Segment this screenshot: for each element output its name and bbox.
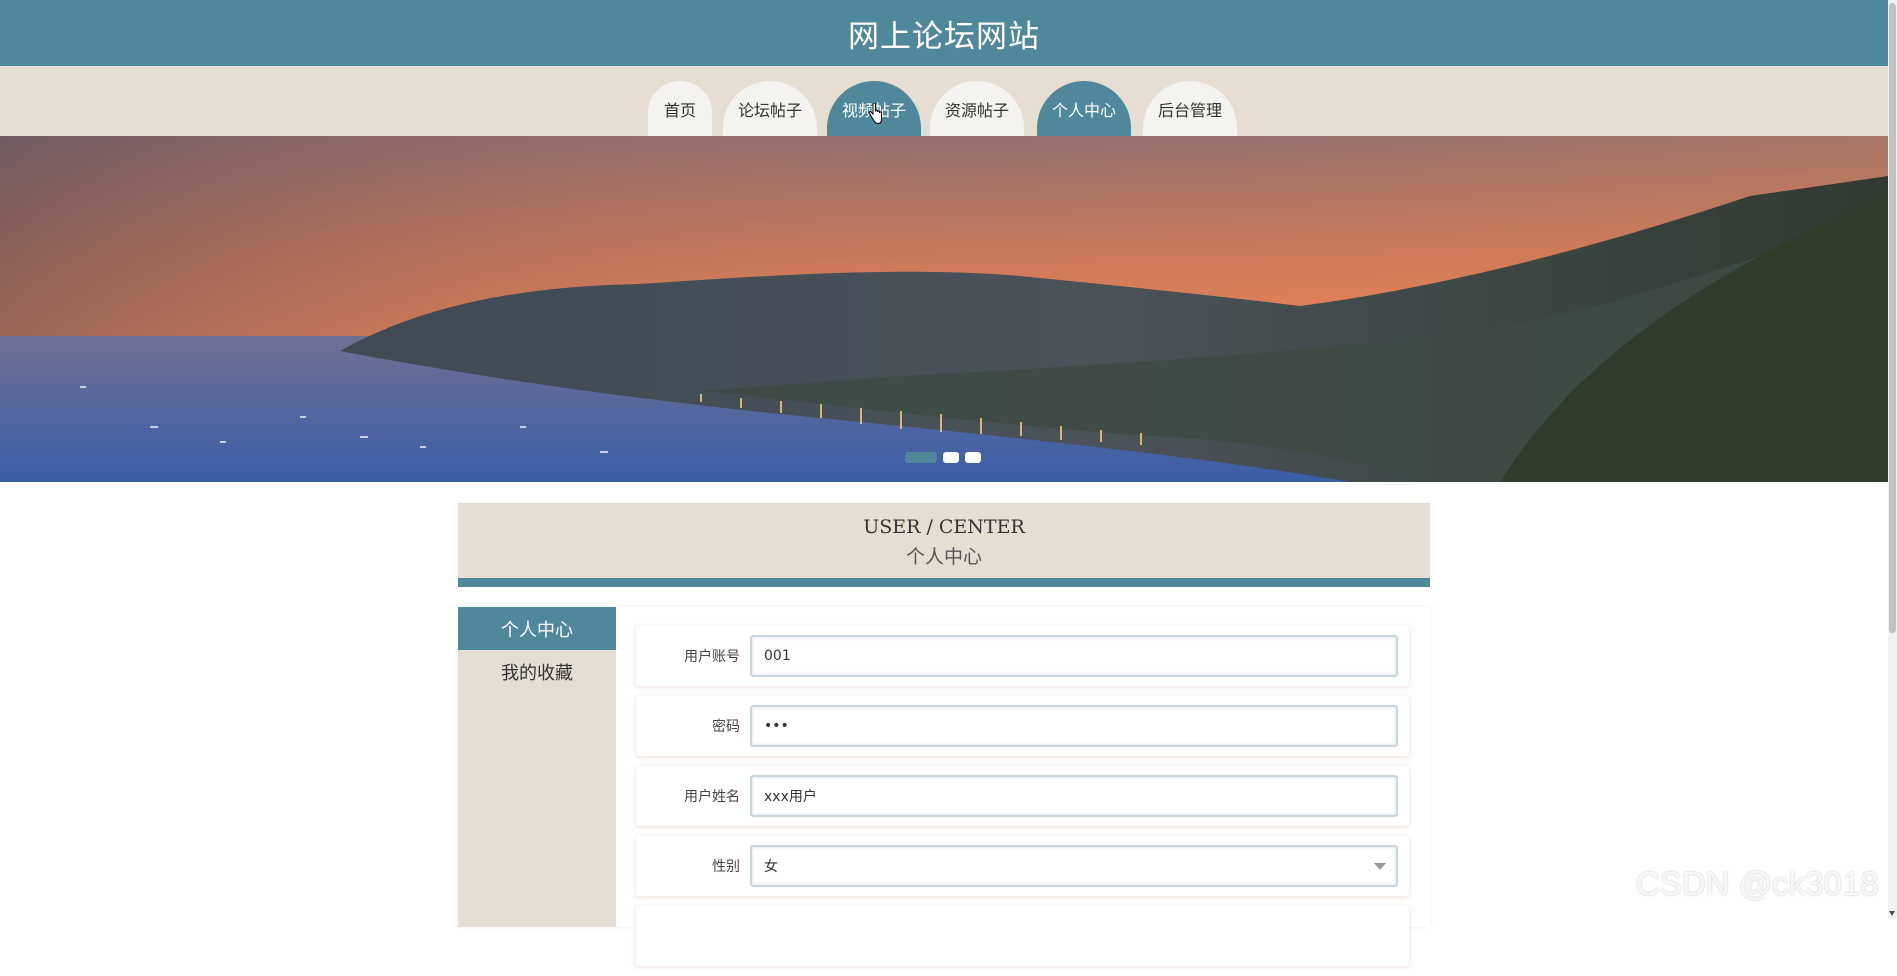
form-row-account: 用户账号 001 bbox=[636, 626, 1409, 686]
banner-image bbox=[0, 136, 1888, 482]
section-title-en: USER / CENTER bbox=[863, 516, 1025, 538]
form-row-name: 用户姓名 xxx用户 bbox=[636, 766, 1409, 826]
site-title: 网上论坛网站 bbox=[848, 18, 1040, 55]
carousel-dot-3[interactable] bbox=[965, 452, 981, 463]
nav-item-resource-posts[interactable]: 资源帖子 bbox=[930, 81, 1024, 136]
gender-select[interactable]: 女 bbox=[750, 845, 1398, 887]
carousel-dot-2[interactable] bbox=[943, 452, 959, 463]
nav-item-admin[interactable]: 后台管理 bbox=[1143, 81, 1237, 136]
hand-cursor-icon bbox=[868, 103, 882, 125]
name-input[interactable]: xxx用户 bbox=[750, 775, 1398, 817]
side-item-user-center[interactable]: 个人中心 bbox=[458, 607, 616, 650]
side-item-my-favorites[interactable]: 我的收藏 bbox=[458, 650, 616, 693]
side-menu: 个人中心 我的收藏 bbox=[458, 607, 616, 927]
nav-item-forum-posts[interactable]: 论坛帖子 bbox=[723, 81, 817, 136]
account-label: 用户账号 bbox=[684, 649, 740, 665]
carousel-indicators bbox=[905, 452, 981, 464]
account-input[interactable]: 001 bbox=[750, 635, 1398, 677]
section-title-cn: 个人中心 bbox=[905, 546, 982, 568]
section-header: USER / CENTER 个人中心 bbox=[458, 503, 1430, 587]
chevron-down-icon bbox=[1374, 863, 1386, 870]
watermark: CSDN @ck3018 bbox=[1636, 865, 1879, 902]
gender-label: 性别 bbox=[712, 859, 740, 875]
nav-item-home[interactable]: 首页 bbox=[648, 81, 712, 136]
password-input[interactable]: ••• bbox=[750, 705, 1398, 747]
scrollbar-thumb[interactable] bbox=[1889, 3, 1896, 633]
site-header: 网上论坛网站 bbox=[0, 0, 1888, 66]
nav-bar: 首页 论坛帖子 视频帖子 资源帖子 个人中心 后台管理 bbox=[0, 66, 1888, 136]
form-row-password: 密码 ••• bbox=[636, 696, 1409, 756]
form-row-next bbox=[636, 906, 1409, 966]
profile-form: 用户账号 001 密码 ••• 用户姓名 xxx用户 性别 女 bbox=[636, 626, 1409, 976]
scroll-down-icon[interactable] bbox=[1889, 911, 1895, 916]
password-label: 密码 bbox=[712, 719, 740, 735]
banner-carousel[interactable] bbox=[0, 136, 1888, 482]
form-row-gender: 性别 女 bbox=[636, 836, 1409, 896]
user-center-panel: 个人中心 我的收藏 用户账号 001 密码 ••• 用户姓名 xxx用户 性别 … bbox=[458, 607, 1430, 966]
carousel-dot-1[interactable] bbox=[905, 452, 937, 463]
nav-item-user-center[interactable]: 个人中心 bbox=[1037, 81, 1131, 136]
name-label: 用户姓名 bbox=[684, 789, 740, 805]
gender-select-value: 女 bbox=[764, 859, 778, 875]
page-scrollbar[interactable] bbox=[1888, 0, 1897, 918]
